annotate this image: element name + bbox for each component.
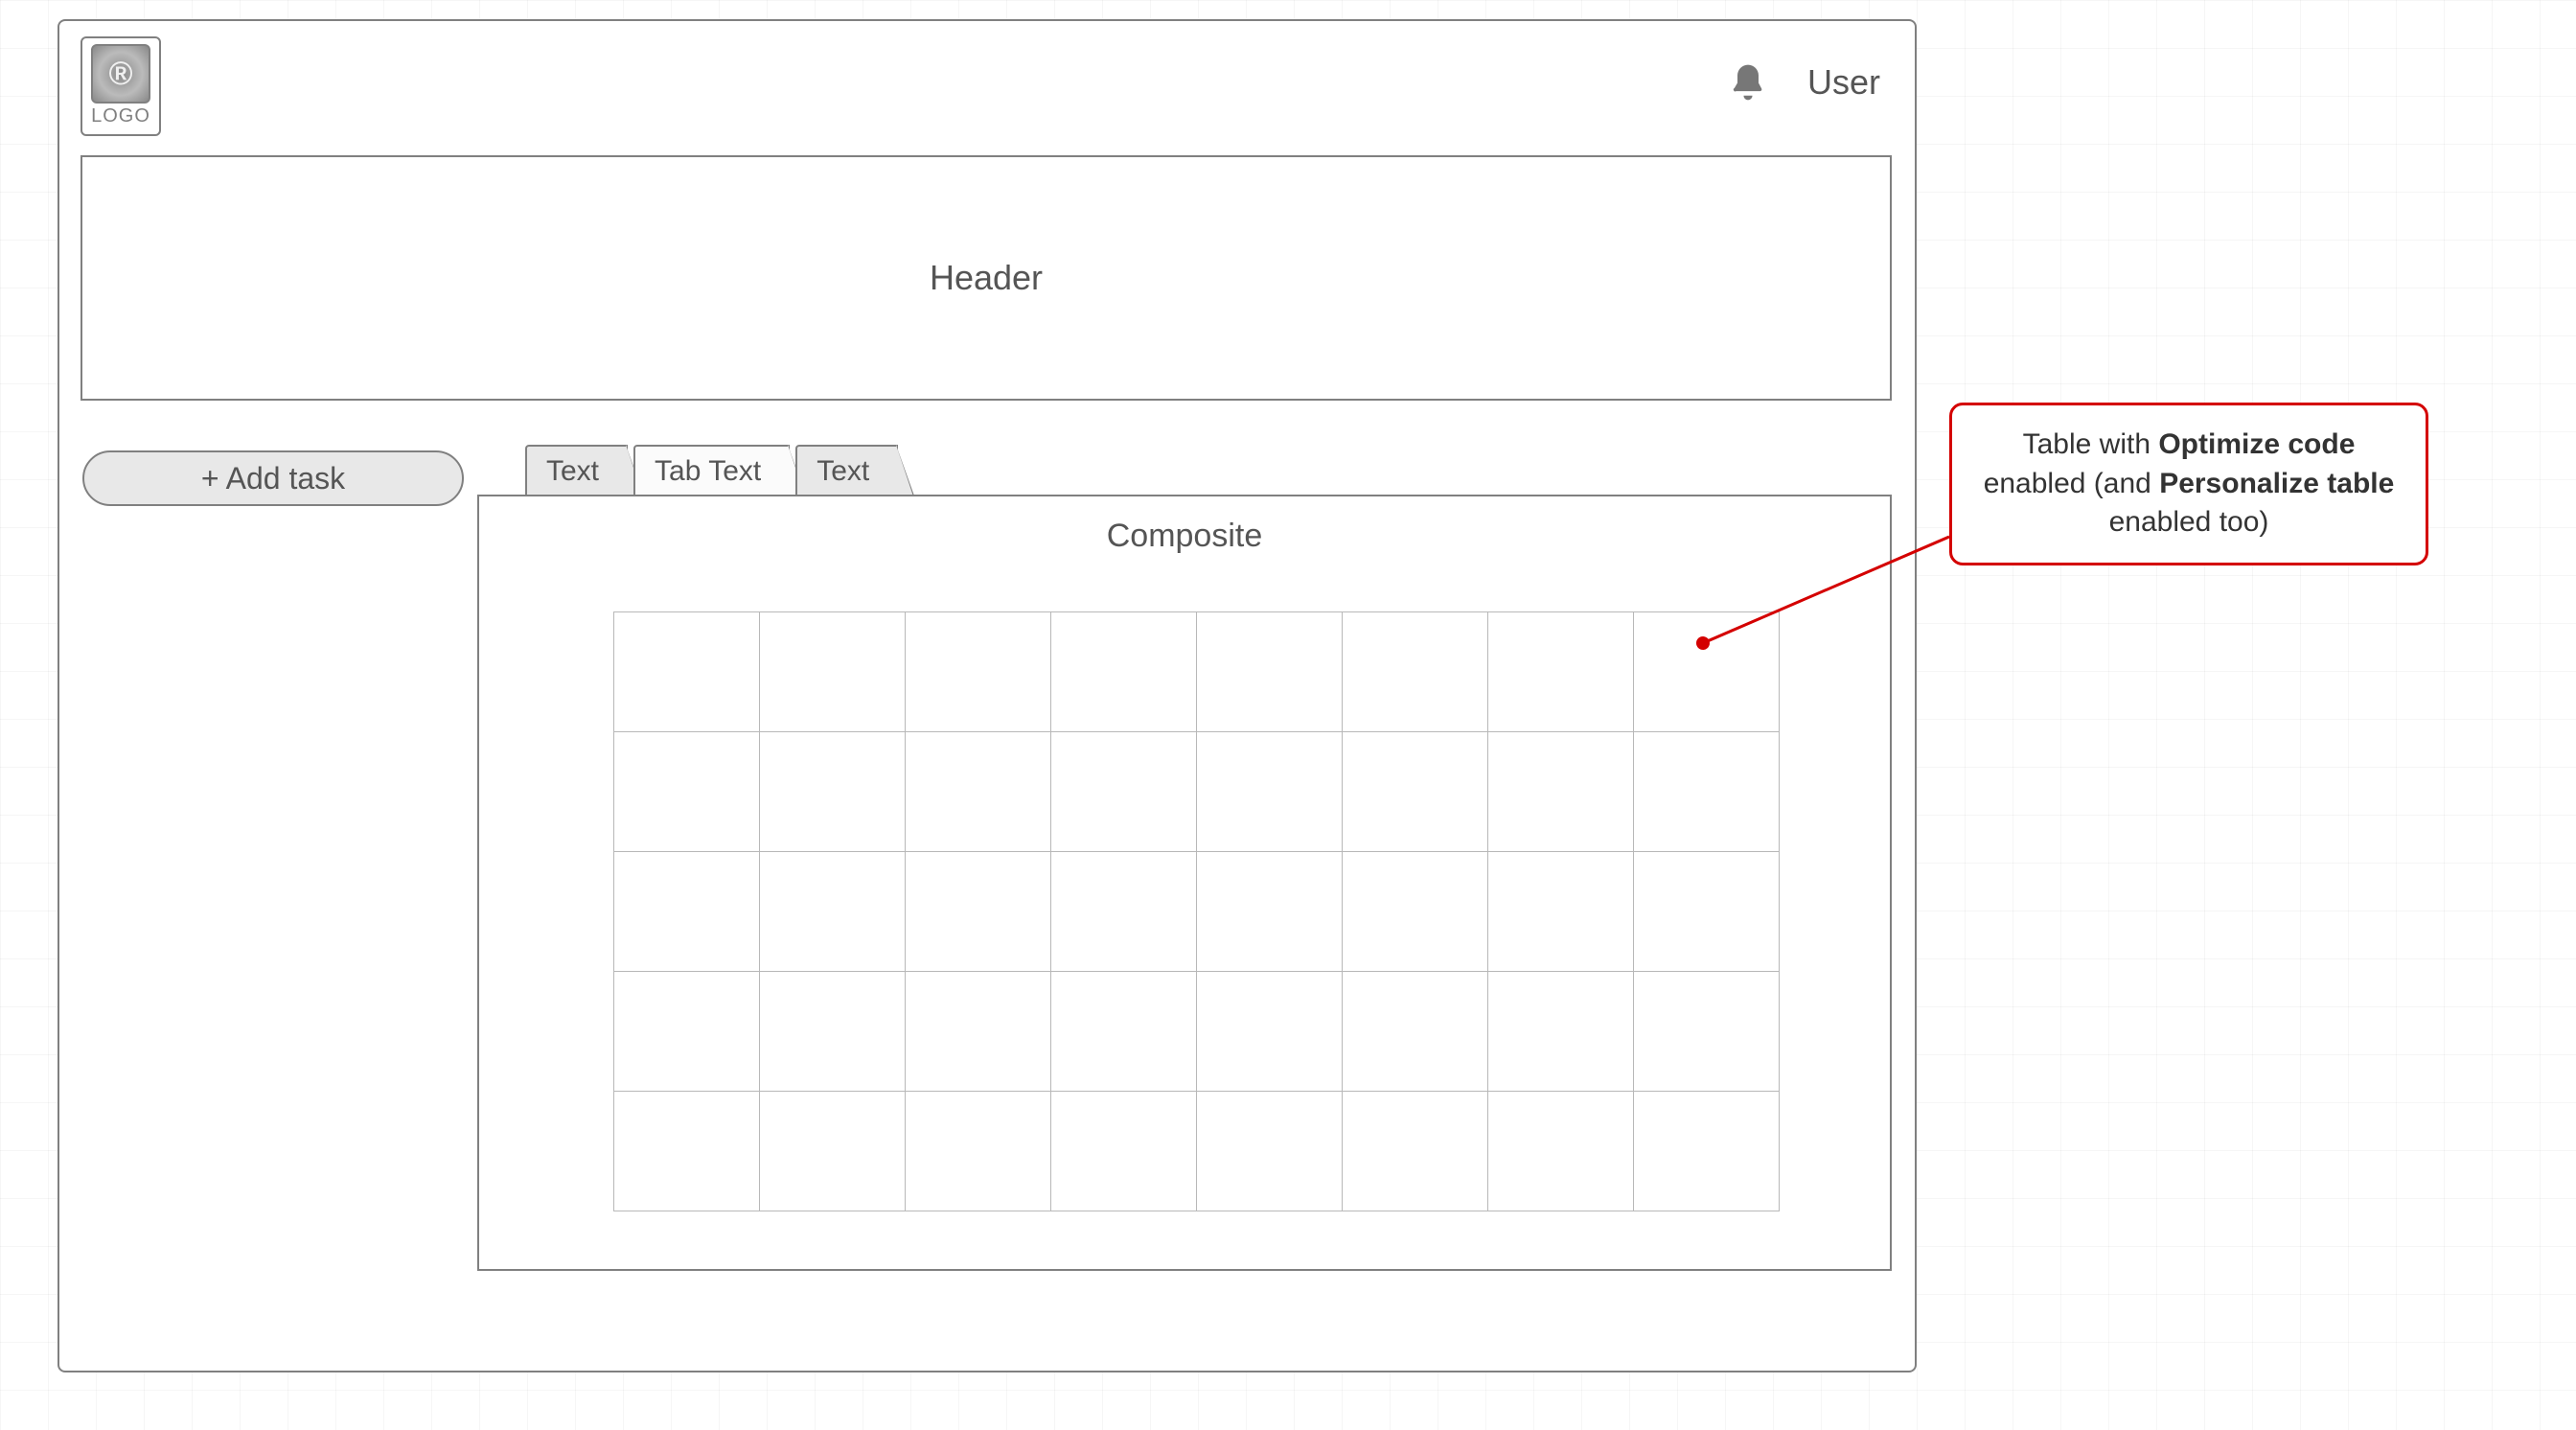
annotation-bold2: Personalize table <box>2159 468 2394 499</box>
add-task-label: + Add task <box>201 461 345 496</box>
table-cell[interactable] <box>614 852 760 972</box>
table-row <box>614 852 1780 972</box>
table-cell[interactable] <box>760 972 906 1092</box>
table-cell[interactable] <box>614 1092 760 1211</box>
table-cell[interactable] <box>1051 1092 1197 1211</box>
table-cell[interactable] <box>760 612 906 732</box>
table-cell[interactable] <box>1197 852 1343 972</box>
table-cell[interactable] <box>906 972 1051 1092</box>
table-cell[interactable] <box>1343 972 1488 1092</box>
table-row <box>614 1092 1780 1211</box>
table-cell[interactable] <box>1051 732 1197 852</box>
bell-icon[interactable] <box>1727 61 1769 104</box>
tab-1[interactable]: Text <box>525 445 628 496</box>
annotation-lead: Table with <box>2023 428 2159 460</box>
table-cell[interactable] <box>1051 972 1197 1092</box>
table-cell[interactable] <box>1634 1092 1780 1211</box>
table-cell[interactable] <box>1488 972 1634 1092</box>
composite-title: Composite <box>479 518 1890 555</box>
composite-panel: Composite <box>477 495 1892 1271</box>
logo-label: LOGO <box>91 105 150 127</box>
table-cell[interactable] <box>1197 1092 1343 1211</box>
table-cell[interactable] <box>906 852 1051 972</box>
tab-2-label: Tab Text <box>655 455 761 488</box>
table-cell[interactable] <box>1634 612 1780 732</box>
table-cell[interactable] <box>1197 612 1343 732</box>
table-cell[interactable] <box>1488 732 1634 852</box>
annotation-text: Table with Optimize code enabled (and Pe… <box>1975 426 2403 542</box>
table-cell[interactable] <box>1197 732 1343 852</box>
table-cell[interactable] <box>614 972 760 1092</box>
tab-1-label: Text <box>546 455 599 488</box>
header-block: Header <box>80 155 1892 401</box>
table-row <box>614 972 1780 1092</box>
header-title: Header <box>930 258 1043 298</box>
table-cell[interactable] <box>1197 972 1343 1092</box>
table-cell[interactable] <box>614 732 760 852</box>
table-cell[interactable] <box>1634 972 1780 1092</box>
data-grid-table <box>613 611 1780 1211</box>
wireframe-frame: ® LOGO User Header + Add task Text Tab T… <box>58 19 1917 1372</box>
table-cell[interactable] <box>760 1092 906 1211</box>
table-cell[interactable] <box>906 612 1051 732</box>
table-cell[interactable] <box>1488 1092 1634 1211</box>
logo-icon: ® <box>91 44 150 104</box>
logo-glyph: ® <box>108 56 132 93</box>
tab-2[interactable]: Tab Text <box>633 445 790 496</box>
tab-3[interactable]: Text <box>795 445 898 496</box>
logo-box: ® LOGO <box>80 36 161 136</box>
annotation-tail: enabled too) <box>2109 506 2269 538</box>
table-cell[interactable] <box>1343 612 1488 732</box>
table-row <box>614 612 1780 732</box>
tabs-row: Text Tab Text Text <box>525 445 898 496</box>
add-task-button[interactable]: + Add task <box>82 450 464 506</box>
user-label[interactable]: User <box>1807 62 1880 103</box>
topbar-right: User <box>1727 61 1880 104</box>
table-cell[interactable] <box>906 1092 1051 1211</box>
annotation-mid: enabled (and <box>1984 468 2160 499</box>
tab-3-label: Text <box>816 455 869 488</box>
table-cell[interactable] <box>1634 852 1780 972</box>
table-cell[interactable] <box>1634 732 1780 852</box>
table-cell[interactable] <box>1343 732 1488 852</box>
table-cell[interactable] <box>1343 852 1488 972</box>
annotation-bold1: Optimize code <box>2158 428 2355 460</box>
annotation-callout: Table with Optimize code enabled (and Pe… <box>1949 403 2428 565</box>
table-cell[interactable] <box>760 732 906 852</box>
table-row <box>614 732 1780 852</box>
table-cell[interactable] <box>760 852 906 972</box>
annotation-connector-dot <box>1696 636 1710 650</box>
table-cell[interactable] <box>1488 852 1634 972</box>
table-cell[interactable] <box>1343 1092 1488 1211</box>
table-cell[interactable] <box>906 732 1051 852</box>
table-cell[interactable] <box>1051 852 1197 972</box>
table-cell[interactable] <box>614 612 760 732</box>
table-cell[interactable] <box>1488 612 1634 732</box>
table-cell[interactable] <box>1051 612 1197 732</box>
